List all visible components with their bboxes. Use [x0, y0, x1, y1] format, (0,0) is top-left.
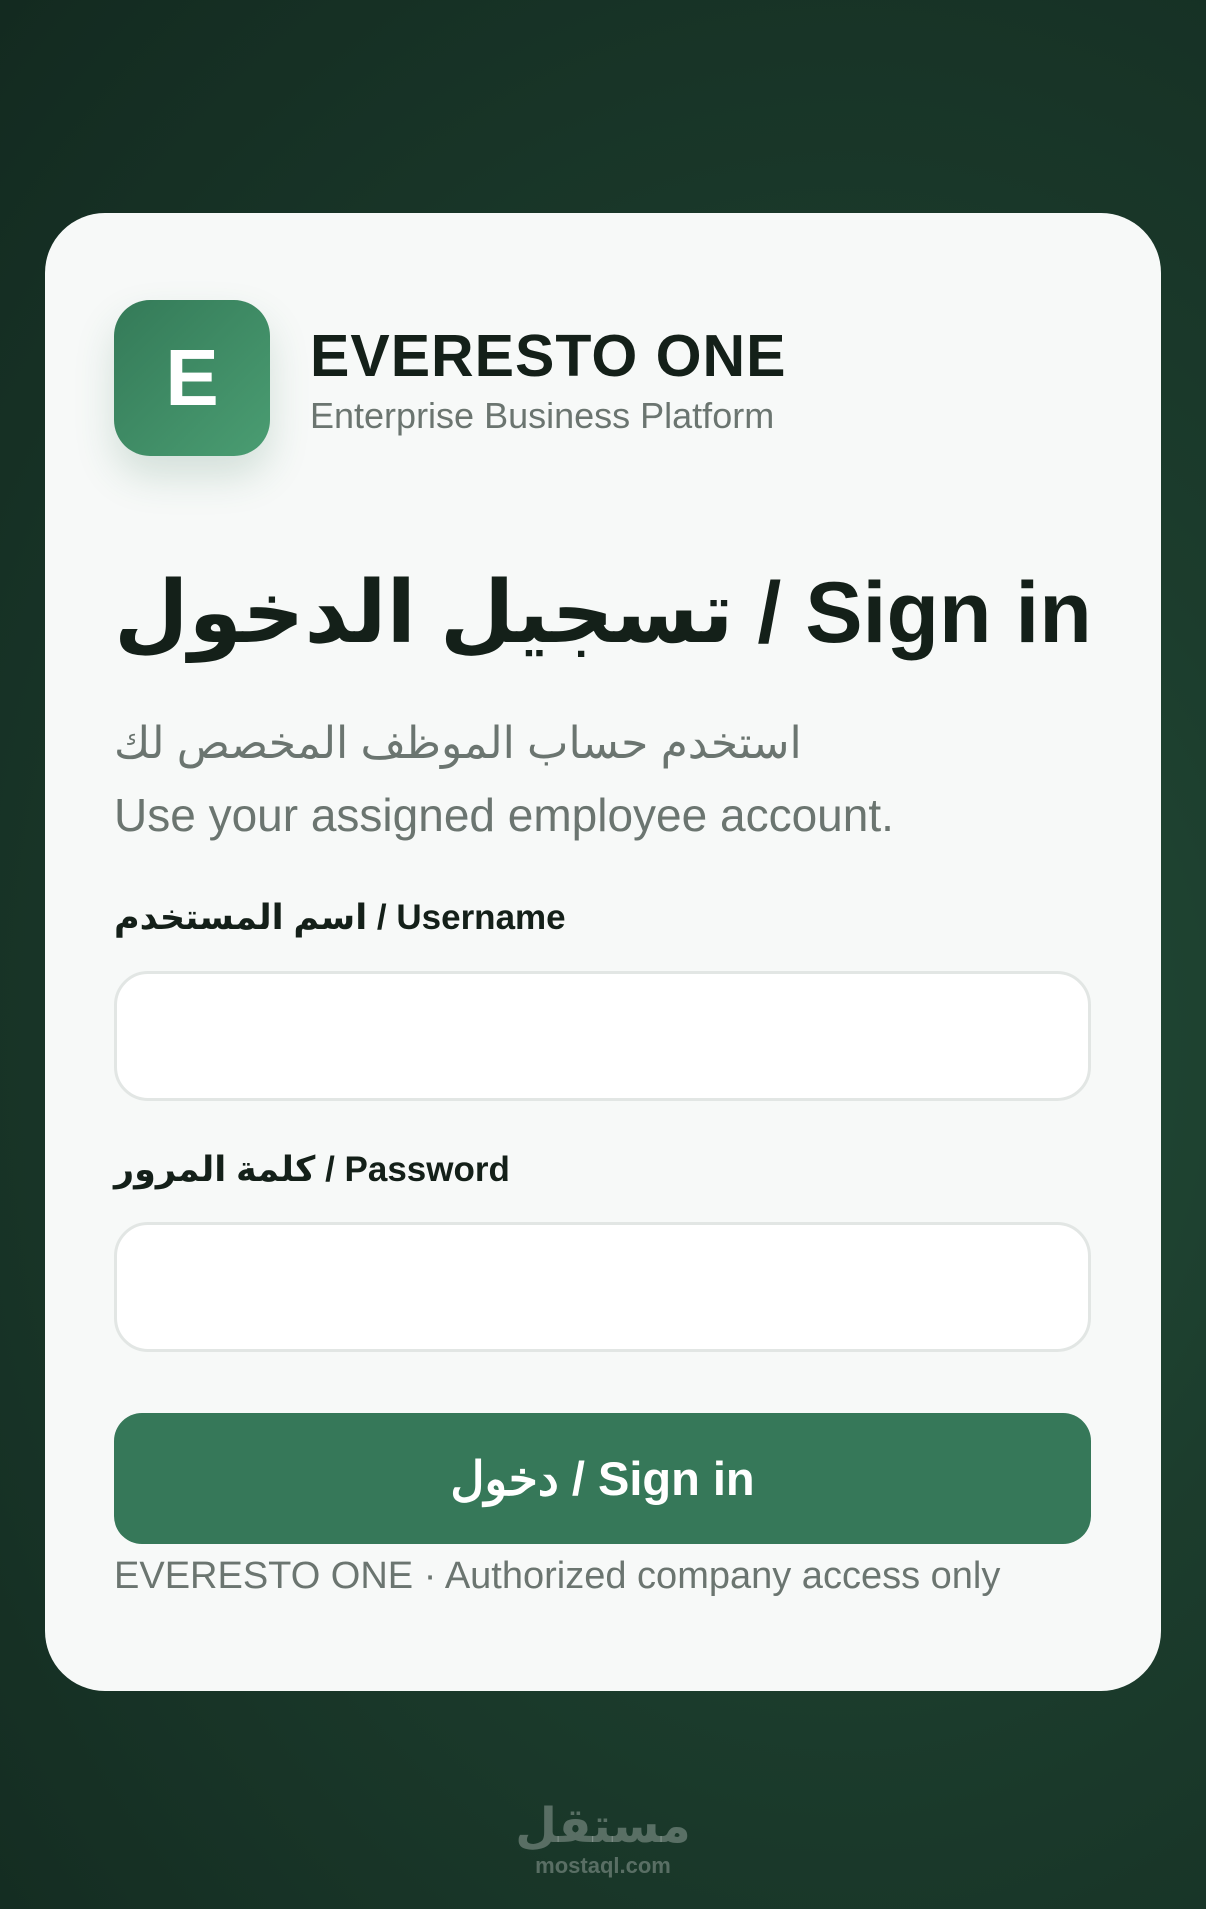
watermark-latin: mostaql.com: [535, 1853, 671, 1878]
page-title: تسجيل الدخول / Sign in: [114, 565, 1092, 661]
password-label: كلمة المرور / Password: [114, 1150, 510, 1189]
access-note: EVERESTO ONE · Authorized company access…: [114, 1555, 1001, 1597]
brand-header: E EVERESTO ONE Enterprise Business Platf…: [114, 300, 786, 456]
brand-tagline: Enterprise Business Platform: [310, 395, 775, 436]
brand-name: EVERESTO ONE: [310, 323, 787, 389]
brand-logo-letter: E: [165, 333, 219, 422]
brand-logo: E: [114, 300, 270, 456]
username-field[interactable]: [114, 971, 1091, 1101]
password-field[interactable]: [114, 1222, 1091, 1352]
watermark: مستقل mostaql.com: [0, 1800, 1206, 1878]
brand-text: EVERESTO ONE Enterprise Business Platfor…: [310, 323, 786, 437]
login-card: E EVERESTO ONE Enterprise Business Platf…: [45, 213, 1161, 1691]
username-label: اسم المستخدم / Username: [114, 898, 566, 937]
subtitle-english: Use your assigned employee account.: [114, 789, 894, 841]
sign-in-button[interactable]: دخول / Sign in: [114, 1413, 1091, 1544]
watermark-arabic: مستقل: [515, 1800, 691, 1853]
subtitle-arabic: استخدم حساب الموظف المخصص لك: [114, 719, 802, 768]
